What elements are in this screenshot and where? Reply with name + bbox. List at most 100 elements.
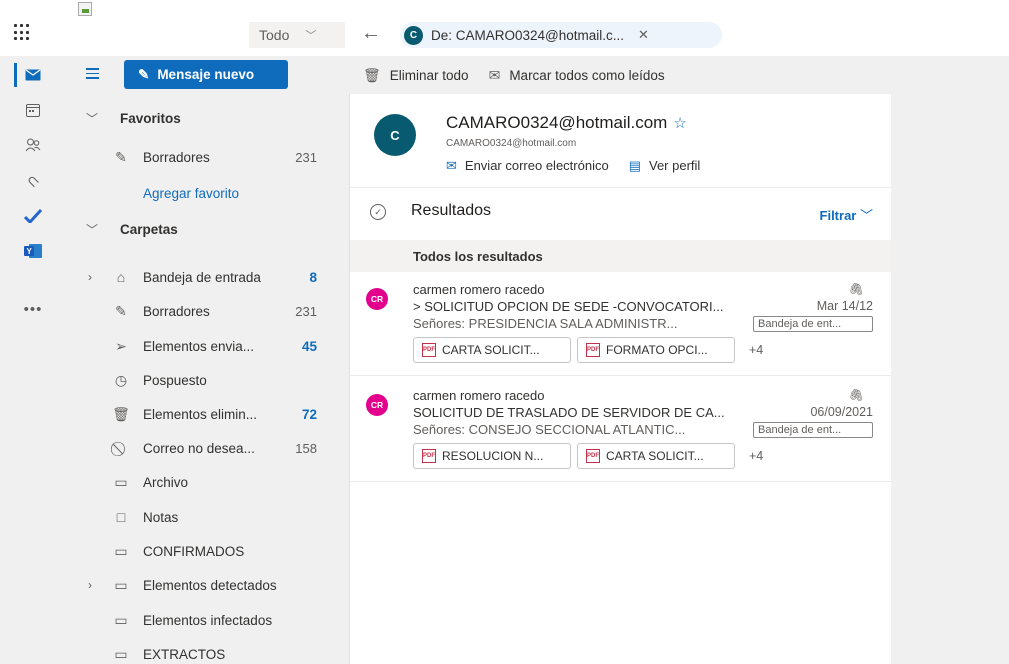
folder-confirmados[interactable]: ▭ CONFIRMADOS bbox=[66, 534, 349, 568]
folder-label: Archivo bbox=[143, 474, 189, 490]
message-subject: > SOLICITUD OPCION DE SEDE -CONVOCATORI.… bbox=[413, 299, 724, 314]
folder-count: 231 bbox=[295, 303, 317, 319]
close-icon[interactable]: ✕ bbox=[638, 27, 649, 43]
new-message-button[interactable]: ✎ Mensaje nuevo bbox=[124, 60, 288, 89]
star-icon[interactable]: ☆ bbox=[673, 115, 686, 132]
contact-card: C CAMARO0324@hotmail.com ☆ CAMARO0324@hot… bbox=[350, 94, 891, 188]
folder-junk[interactable]: ⃠ Correo no desea... 158 bbox=[66, 431, 349, 465]
folder-detected[interactable]: › ▭ Elementos detectados bbox=[66, 568, 349, 602]
view-profile-button[interactable]: ▤ Ver perfil bbox=[629, 158, 701, 174]
delete-all-label: Eliminar todo bbox=[389, 67, 469, 83]
attachment-chip[interactable]: PDF RESOLUCION N... bbox=[413, 443, 571, 469]
attachment-chip[interactable]: PDF FORMATO OPCI... bbox=[577, 337, 735, 363]
folder-label: Elementos infectados bbox=[143, 612, 273, 628]
reading-pane-gap bbox=[891, 94, 1009, 664]
more-attachments[interactable]: +4 bbox=[749, 343, 763, 357]
folder-label: Pospuesto bbox=[143, 372, 207, 388]
search-scope-label: Todo bbox=[259, 27, 290, 43]
search-filter-chip[interactable]: C De: CAMARO0324@hotmail.c... ✕ bbox=[400, 22, 722, 48]
favorites-section[interactable]: ﹀ Favoritos bbox=[66, 101, 349, 135]
inbox-icon: ⌂ bbox=[116, 269, 126, 285]
filter-button[interactable]: Filtrar ﹀ bbox=[820, 205, 873, 224]
folders-section[interactable]: ﹀ Carpetas bbox=[66, 212, 349, 246]
todo-icon[interactable] bbox=[0, 201, 66, 231]
more-attachments[interactable]: +4 bbox=[749, 449, 763, 463]
message-subject: SOLICITUD DE TRASLADO DE SERVIDOR DE CA.… bbox=[413, 405, 725, 420]
chevron-down-icon: ﹀ bbox=[859, 208, 873, 223]
app-launcher-icon[interactable] bbox=[14, 24, 32, 42]
folder-label: Notas bbox=[143, 509, 179, 525]
hamburger-menu-icon[interactable] bbox=[86, 68, 99, 82]
message-item[interactable]: CR carmen romero racedo 🖇︎ > SOLICITUD O… bbox=[350, 272, 891, 376]
contact-name: CAMARO0324@hotmail.com ☆ bbox=[446, 113, 687, 133]
chevron-right-icon[interactable]: › bbox=[88, 270, 92, 284]
open-envelope-icon: ✉ bbox=[488, 66, 501, 83]
mark-all-read-label: Marcar todos como leídos bbox=[509, 67, 665, 83]
all-results-header: Todos los resultados bbox=[350, 240, 891, 272]
chip-avatar: C bbox=[404, 25, 423, 45]
folder-label: Bandeja de entrada bbox=[143, 269, 261, 285]
contact-card-icon: ▤ bbox=[628, 158, 641, 173]
chevron-right-icon[interactable]: › bbox=[88, 578, 92, 592]
app-rail: ⊂ Y ••• bbox=[0, 56, 66, 664]
folder-infected[interactable]: ▭ Elementos infectados bbox=[66, 603, 349, 637]
attach-icon[interactable]: ⊂ bbox=[0, 166, 66, 196]
send-email-button[interactable]: ✉ Enviar correo electrónico bbox=[446, 158, 609, 174]
folders-label: Carpetas bbox=[120, 221, 178, 237]
note-icon: □ bbox=[116, 509, 126, 525]
more-icon[interactable]: ••• bbox=[0, 294, 66, 324]
folder-extractos[interactable]: ▭ EXTRACTOS bbox=[66, 637, 349, 664]
calendar-icon[interactable] bbox=[0, 95, 66, 125]
back-arrow-icon[interactable]: ← bbox=[361, 22, 381, 44]
clock-icon: ◷ bbox=[114, 371, 128, 388]
add-favorite-label: Agregar favorito bbox=[143, 185, 240, 201]
delete-all-button[interactable]: 🗑︎ Eliminar todo bbox=[363, 67, 469, 84]
command-bar: 🗑︎ Eliminar todo ✉ Marcar todos como leí… bbox=[349, 56, 1009, 94]
contact-actions: ✉ Enviar correo electrónico ▤ Ver perfil bbox=[446, 158, 700, 174]
folder-drafts[interactable]: ✎ Borradores 231 bbox=[66, 294, 349, 328]
sender-name: carmen romero racedo bbox=[413, 388, 545, 403]
excel-icon[interactable]: Y bbox=[0, 236, 66, 266]
pencil-icon: ✎ bbox=[115, 148, 127, 165]
folder-snoozed[interactable]: ◷ Pospuesto bbox=[66, 363, 349, 397]
view-profile-label: Ver perfil bbox=[649, 158, 701, 173]
folder-inbox[interactable]: › ⌂ Bandeja de entrada 8 bbox=[66, 260, 349, 294]
contact-avatar: C bbox=[374, 114, 416, 156]
add-favorite-link[interactable]: Agregar favorito bbox=[66, 176, 349, 210]
sender-name: carmen romero racedo bbox=[413, 282, 545, 297]
mail-icon[interactable] bbox=[0, 60, 66, 90]
folder-archive[interactable]: ▭ Archivo bbox=[66, 465, 349, 499]
folder-deleted[interactable]: 🗑︎ Elementos elimin... 72 bbox=[66, 397, 349, 431]
svg-text:Y: Y bbox=[27, 247, 33, 256]
compose-icon: ✎ bbox=[138, 66, 150, 82]
message-item[interactable]: CR carmen romero racedo 🖇︎ SOLICITUD DE … bbox=[350, 378, 891, 482]
folder-icon: ▭ bbox=[114, 611, 128, 628]
people-icon[interactable] bbox=[0, 130, 66, 160]
attachment-icon: 🖇︎ bbox=[848, 282, 864, 296]
attachment-chip[interactable]: PDF CARTA SOLICIT... bbox=[413, 337, 571, 363]
pencil-icon: ✎ bbox=[115, 302, 127, 319]
pdf-icon: PDF bbox=[586, 343, 600, 357]
attachment-name: FORMATO OPCI... bbox=[606, 343, 708, 357]
mark-all-read-button[interactable]: ✉ Marcar todos como leídos bbox=[489, 67, 665, 84]
send-email-label: Enviar correo electrónico bbox=[464, 158, 609, 173]
attachment-name: CARTA SOLICIT... bbox=[442, 343, 540, 357]
select-all-checkbox[interactable]: ✓ bbox=[370, 204, 386, 220]
folder-sent[interactable]: ➢ Elementos envia... 45 bbox=[66, 329, 349, 363]
folder-pane-commands: ✎ Mensaje nuevo bbox=[66, 56, 349, 94]
folder-label: Borradores bbox=[143, 303, 210, 319]
fav-drafts[interactable]: ✎ Borradores 231 bbox=[66, 140, 349, 174]
search-scope-dropdown[interactable]: Todo ﹀ bbox=[249, 22, 345, 48]
block-icon: ⃠ bbox=[112, 440, 130, 457]
pdf-icon: PDF bbox=[586, 449, 600, 463]
message-preview: Señores: CONSEJO SECCIONAL ATLANTIC... bbox=[413, 422, 686, 437]
folder-label: Elementos elimin... bbox=[143, 406, 258, 422]
sender-avatar: CR bbox=[366, 288, 388, 310]
results-pane: C CAMARO0324@hotmail.com ☆ CAMARO0324@hot… bbox=[349, 94, 891, 664]
fav-drafts-count: 231 bbox=[295, 149, 317, 165]
attachment-chip[interactable]: PDF CARTA SOLICIT... bbox=[577, 443, 735, 469]
chevron-down-icon: ﹀ bbox=[86, 222, 99, 237]
attachment-list: PDF CARTA SOLICIT... PDF FORMATO OPCI... +… bbox=[413, 337, 763, 363]
folder-notes[interactable]: □ Notas bbox=[66, 500, 349, 534]
folder-icon: ▭ bbox=[114, 645, 128, 662]
